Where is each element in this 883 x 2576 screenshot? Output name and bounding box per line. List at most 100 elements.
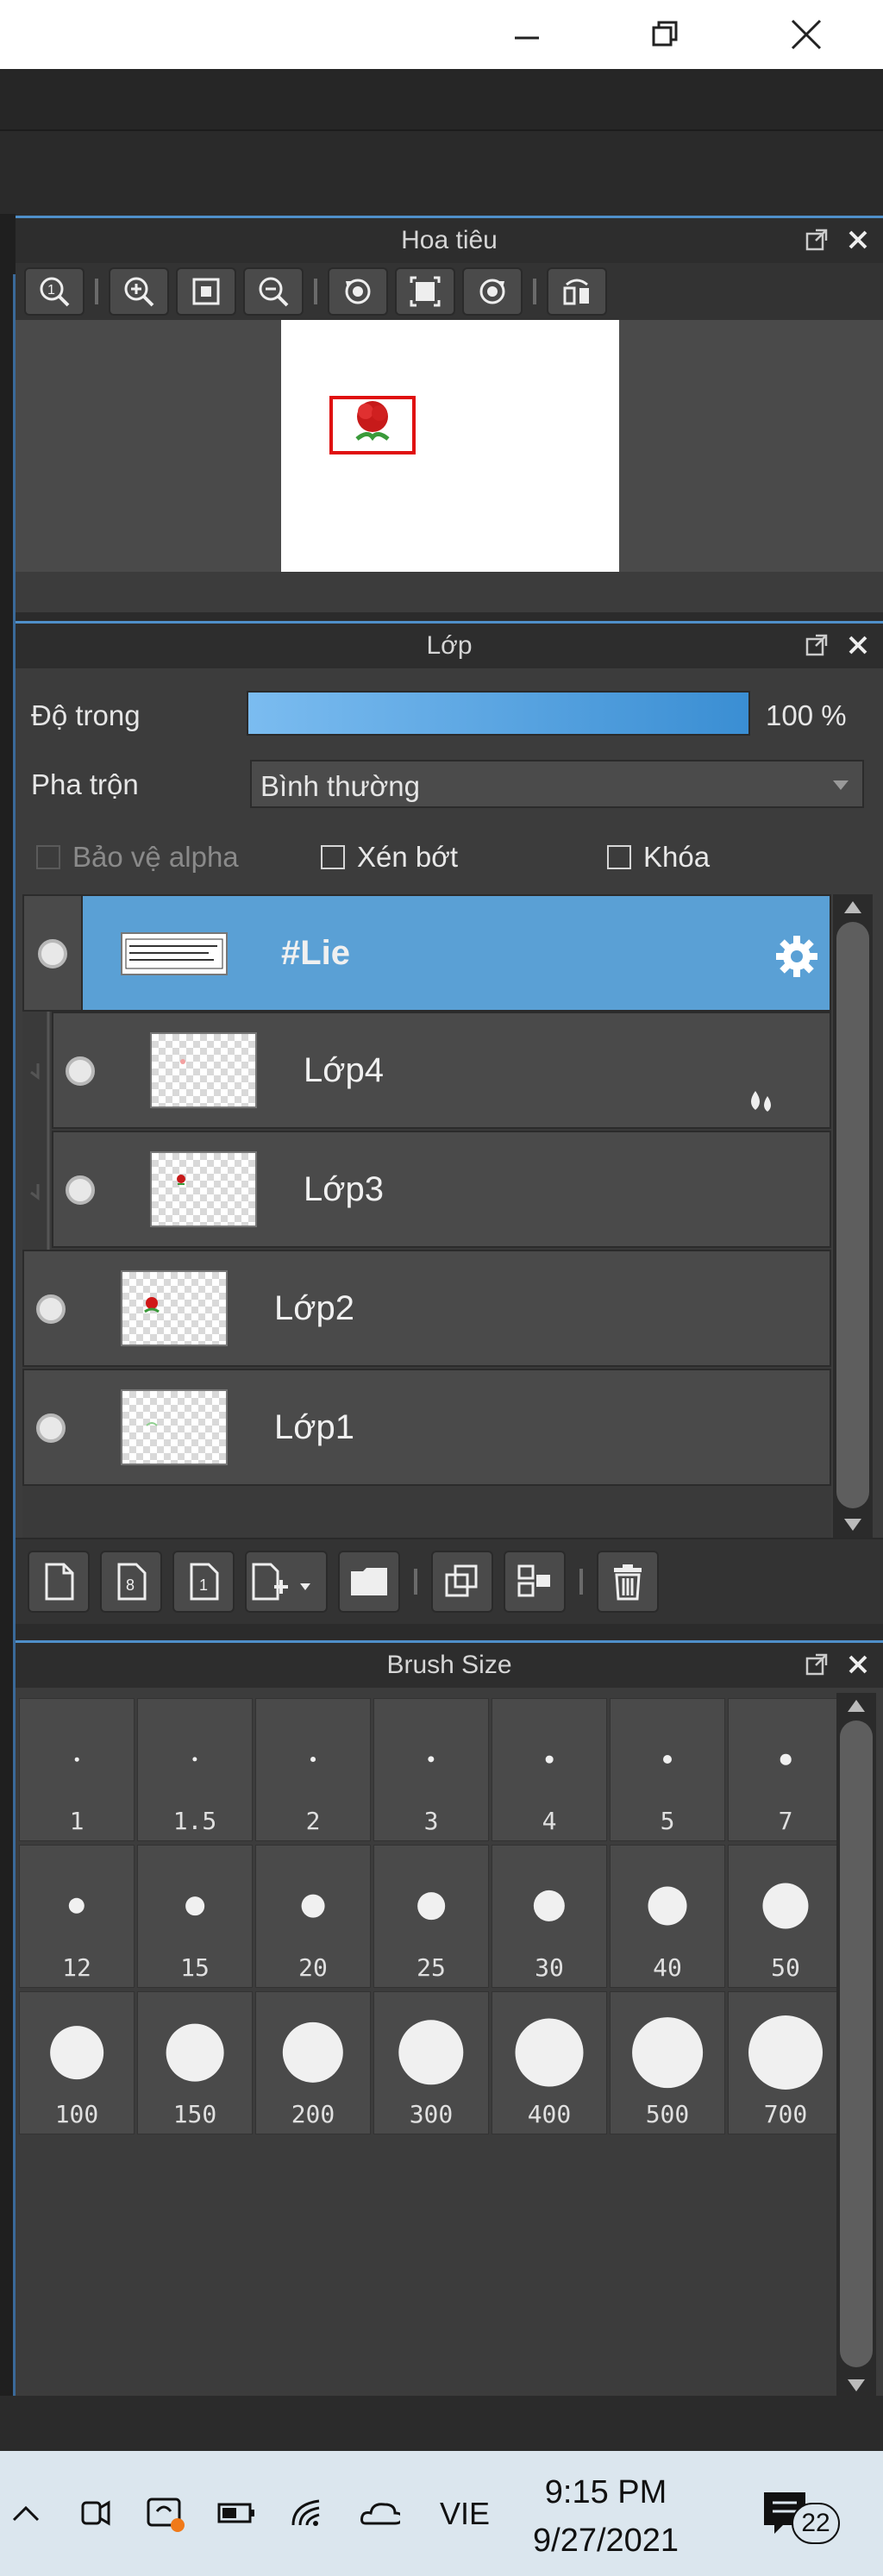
gear-icon[interactable] [771,931,823,982]
blend-mode-select[interactable]: Bình thường [250,760,864,808]
visibility-eye-icon[interactable] [36,1413,66,1443]
zoom-out-button[interactable] [243,267,304,316]
brush-dot-icon [780,1753,792,1765]
brush-size-cell[interactable]: 40 [610,1845,725,1988]
visibility-eye-icon[interactable] [38,939,67,968]
delete-layer-button[interactable] [597,1551,659,1613]
brush-size-cell[interactable]: 50 [728,1845,843,1988]
brush-size-cell[interactable]: 12 [19,1845,135,1988]
scroll-down-icon[interactable] [844,1519,861,1531]
lock-checkbox[interactable]: Khóa [607,841,710,874]
language-indicator[interactable]: VIE [440,2496,490,2532]
brush-size-cell[interactable]: 20 [255,1845,371,1988]
close-panel-icon[interactable] [845,227,871,253]
wifi-icon[interactable] [288,2492,329,2534]
brush-size-cell[interactable]: 1.5 [137,1698,253,1841]
close-panel-icon[interactable] [845,1652,871,1677]
panel-title: Brush Size [386,1651,512,1679]
brush-scrollbar[interactable] [836,1693,876,2398]
merge-down-button[interactable] [504,1551,566,1613]
scrollbar-thumb[interactable] [836,922,869,1508]
new-layer-button[interactable] [28,1551,90,1613]
scroll-up-icon[interactable] [844,901,861,913]
zoom-in-icon [124,277,154,307]
rotate-right-button[interactable] [462,267,523,316]
brush-dot-icon [185,1896,204,1915]
brush-size-label: 1.5 [172,1807,217,1835]
chevron-down-icon [833,780,849,790]
brush-size-cell[interactable]: 400 [492,1991,607,2134]
onedrive-icon[interactable] [359,2492,400,2534]
add-layer-menu-button[interactable] [245,1551,328,1613]
brush-size-cell[interactable]: 5 [610,1698,725,1841]
blend-mode-label: Pha trộn [31,768,139,800]
brush-dot-icon [192,1757,197,1762]
layer-row[interactable]: Lớp2 [22,1250,831,1367]
brush-size-cell[interactable]: 25 [373,1845,489,1988]
meet-now-icon[interactable] [74,2492,116,2534]
chevron-up-icon[interactable] [5,2492,47,2534]
popout-icon[interactable] [804,1652,830,1677]
battery-icon[interactable] [216,2492,257,2534]
sync-app-icon[interactable] [145,2492,186,2534]
brush-size-cell[interactable]: 200 [255,1991,371,2134]
brush-dot-icon [545,1755,554,1764]
popout-icon[interactable] [804,632,830,658]
layer-thumbnail [121,1389,228,1465]
layers-scrollbar[interactable] [833,894,873,1538]
brush-size-cell[interactable]: 3 [373,1698,489,1841]
merge-icon [517,1564,550,1597]
visibility-eye-icon[interactable] [66,1056,95,1086]
trash-icon [614,1564,642,1601]
scrollbar-thumb[interactable] [840,1720,873,2367]
clipping-checkbox[interactable]: Xén bớt [321,841,458,874]
zoom-in-button[interactable] [109,267,169,316]
clipping-label: Xén bớt [357,841,459,873]
opacity-slider[interactable] [247,691,750,736]
reset-view-button[interactable] [395,267,455,316]
brush-size-cell[interactable]: 100 [19,1991,135,2134]
close-button[interactable] [767,0,845,69]
opacity-value: 100 % [766,699,847,731]
new-8bit-layer-button[interactable]: 8 [100,1551,162,1613]
layer-row[interactable]: Lớp1 [22,1369,831,1486]
layer-row[interactable]: Lớp3 [52,1131,831,1248]
brush-dot-icon [282,2021,344,2084]
brush-size-cell[interactable]: 7 [728,1698,843,1841]
new-folder-button[interactable] [338,1551,400,1613]
close-panel-icon[interactable] [845,632,871,658]
visibility-eye-icon[interactable] [36,1294,66,1324]
duplicate-icon [445,1564,478,1597]
visibility-eye-icon[interactable] [66,1175,95,1205]
notification-center-icon[interactable]: 22 [752,2485,847,2546]
brush-size-cell[interactable]: 2 [255,1698,371,1841]
layers-panel: Lớp Độ trong 100 % Pha trộn Bình thường … [16,621,883,1624]
brush-size-label: 30 [535,1953,564,1982]
scroll-up-icon[interactable] [848,1700,865,1712]
minimize-button[interactable] [488,0,566,69]
brush-size-cell[interactable]: 150 [137,1991,253,2134]
zoom-actual-icon: 1 [40,277,70,307]
new-1bit-layer-button[interactable]: 1 [172,1551,235,1613]
fit-screen-button[interactable] [176,267,236,316]
scroll-down-icon[interactable] [848,2379,865,2391]
brush-size-cell[interactable]: 300 [373,1991,489,2134]
clock[interactable]: 9:15 PM 9/27/2021 [533,2468,679,2565]
brush-size-cell[interactable]: 4 [492,1698,607,1841]
navigator-preview[interactable] [16,320,883,572]
zoom-actual-button[interactable]: 1 [24,267,85,316]
duplicate-layer-button[interactable] [431,1551,493,1613]
brush-size-cell[interactable]: 30 [492,1845,607,1988]
protect-alpha-checkbox[interactable]: Bảo vệ alpha [36,841,239,874]
layer-row[interactable]: Lớp4 [52,1012,831,1129]
popout-icon[interactable] [804,227,830,253]
brush-size-cell[interactable]: 15 [137,1845,253,1988]
close-icon [791,19,822,50]
rotate-left-button[interactable] [328,267,388,316]
layer-row[interactable]: #Lie [81,894,831,1012]
brush-size-cell[interactable]: 700 [728,1991,843,2134]
brush-size-cell[interactable]: 1 [19,1698,135,1841]
brush-size-cell[interactable]: 500 [610,1991,725,2134]
flip-horizontal-button[interactable] [547,267,607,316]
restore-button[interactable] [626,0,704,69]
